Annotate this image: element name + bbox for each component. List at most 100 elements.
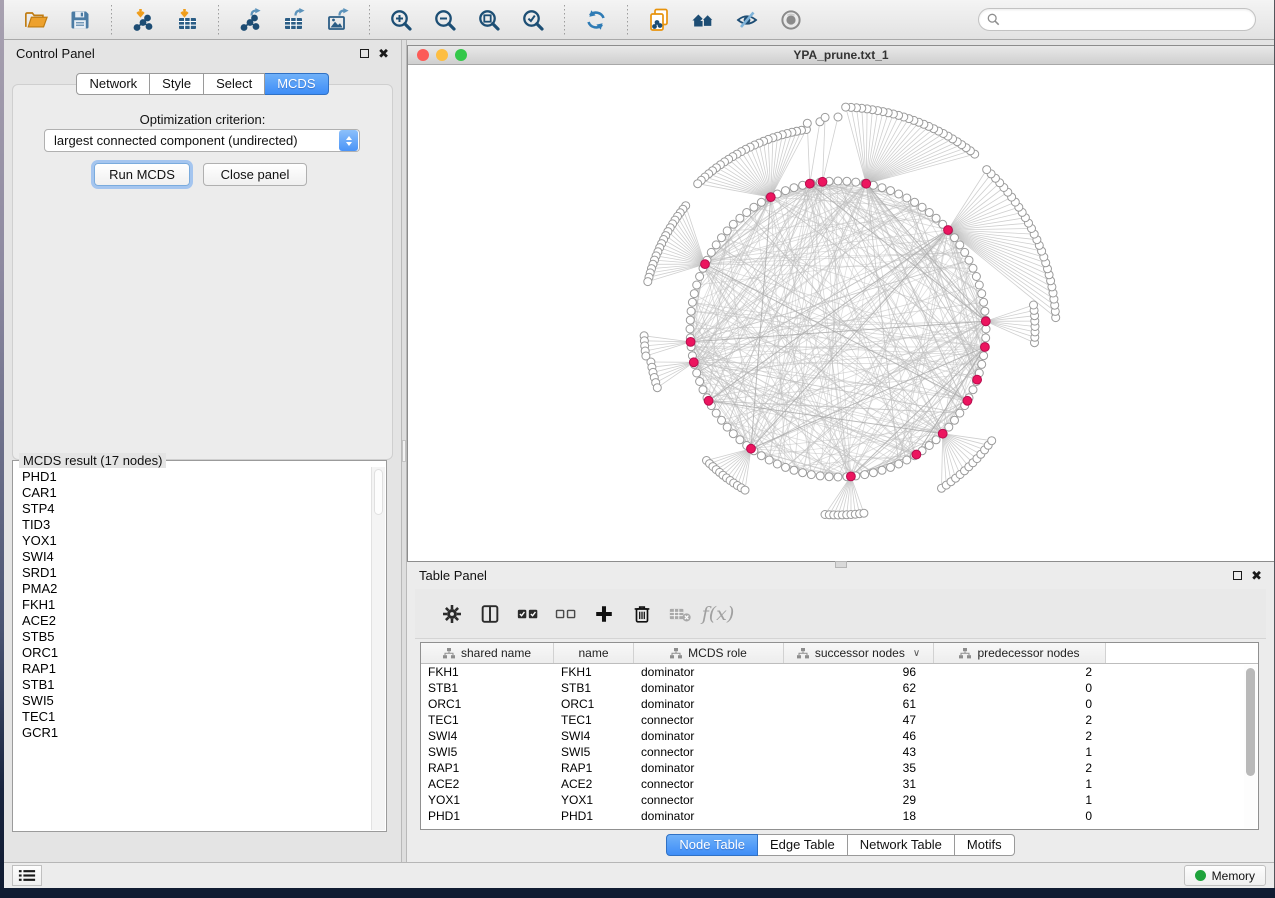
column-header-filler (1106, 643, 1258, 663)
mcds-result-item[interactable]: STP4 (22, 501, 370, 517)
deselect-all-rows-icon (555, 603, 577, 625)
tab-node-table[interactable]: Node Table (666, 834, 758, 856)
delete-column-button[interactable] (629, 601, 655, 627)
optimization-criterion-select[interactable]: largest connected component (undirected) (44, 129, 360, 152)
table-row[interactable]: STB1STB1dominator620 (421, 680, 1258, 696)
zoom-out-button[interactable] (428, 4, 462, 36)
refresh-button[interactable] (579, 4, 613, 36)
network-canvas[interactable] (408, 65, 1274, 561)
close-panel-icon[interactable]: ✖ (378, 49, 389, 58)
close-table-panel-icon[interactable]: ✖ (1251, 571, 1262, 580)
zoom-selected-button[interactable] (516, 4, 550, 36)
memory-button[interactable]: Memory (1184, 865, 1266, 886)
mcds-result-item[interactable]: PMA2 (22, 581, 370, 597)
close-panel-button[interactable]: Close panel (203, 163, 307, 186)
hierarchy-icon (959, 648, 971, 659)
import-network-button[interactable] (126, 4, 160, 36)
column-header-successor-nodes[interactable]: successor nodes∨ (784, 643, 934, 663)
hierarchy-icon (797, 648, 809, 659)
column-header-MCDS-role[interactable]: MCDS role (634, 643, 784, 663)
mcds-result-item[interactable]: PHD1 (22, 469, 370, 485)
mcds-result-item[interactable]: SWI5 (22, 693, 370, 709)
table-row[interactable]: ACE2ACE2connector311 (421, 776, 1258, 792)
mcds-list-scrollbar[interactable] (371, 467, 385, 830)
mcds-result-group: MCDS result (17 nodes) PHD1CAR1STP4TID3Y… (12, 460, 387, 832)
table-row[interactable]: SWI4SWI4dominator462 (421, 728, 1258, 744)
zoom-in-button[interactable] (384, 4, 418, 36)
tab-select[interactable]: Select (204, 73, 265, 95)
mcds-result-legend: MCDS result (17 nodes) (19, 453, 166, 468)
tab-mcds[interactable]: MCDS (265, 73, 328, 95)
table-scrollbar[interactable] (1244, 665, 1257, 828)
mcds-result-item[interactable]: SWI4 (22, 549, 370, 565)
network-from-selection-button[interactable] (642, 4, 676, 36)
hide-selected-button[interactable] (730, 4, 764, 36)
tab-network-table[interactable]: Network Table (848, 834, 955, 856)
column-label: name (578, 646, 608, 660)
table-row[interactable]: PHD1PHD1dominator180 (421, 808, 1258, 824)
network-window-titlebar[interactable]: YPA_prune.txt_1 (408, 46, 1274, 65)
export-network-button[interactable] (233, 4, 267, 36)
column-header-shared-name[interactable]: shared name (421, 643, 554, 663)
task-history-button[interactable] (12, 865, 42, 886)
tab-motifs[interactable]: Motifs (955, 834, 1015, 856)
cell-shared-name: STB1 (421, 680, 554, 696)
tab-edge-table[interactable]: Edge Table (758, 834, 848, 856)
splitter-handle-icon[interactable] (402, 440, 406, 462)
add-column-button[interactable] (591, 601, 617, 627)
function-builder-button: f(x) (705, 601, 731, 627)
show-all-icon (779, 8, 803, 32)
mcds-result-item[interactable]: TID3 (22, 517, 370, 533)
save-session-button[interactable] (63, 4, 97, 36)
export-table-button[interactable] (277, 4, 311, 36)
mcds-result-item[interactable]: GCR1 (22, 725, 370, 741)
control-panel-title: Control Panel (16, 46, 95, 61)
float-panel-icon[interactable] (360, 49, 369, 58)
mcds-result-item[interactable]: ACE2 (22, 613, 370, 629)
show-all-button[interactable] (774, 4, 808, 36)
column-header-name[interactable]: name (554, 643, 634, 663)
zoom-fit-button[interactable] (472, 4, 506, 36)
mcds-result-item[interactable]: RAP1 (22, 661, 370, 677)
mcds-result-item[interactable]: CAR1 (22, 485, 370, 501)
mcds-result-item[interactable]: FKH1 (22, 597, 370, 613)
mcds-result-item[interactable]: ORC1 (22, 645, 370, 661)
table-row[interactable]: RAP1RAP1dominator352 (421, 760, 1258, 776)
network-graph[interactable] (408, 65, 1274, 561)
table-row[interactable]: SWI5SWI5connector431 (421, 744, 1258, 760)
mcds-result-item[interactable]: TEC1 (22, 709, 370, 725)
refresh-icon (584, 8, 608, 32)
import-table-icon (175, 8, 199, 32)
add-column-icon (593, 603, 615, 625)
run-mcds-button[interactable]: Run MCDS (94, 163, 190, 186)
horizontal-splitter-handle[interactable] (835, 561, 847, 568)
network-window-title: YPA_prune.txt_1 (408, 48, 1274, 62)
delete-table-button (667, 601, 693, 627)
search-input[interactable] (1005, 10, 1247, 29)
toolbar-separator (564, 5, 565, 35)
mcds-result-item[interactable]: YOX1 (22, 533, 370, 549)
export-image-button[interactable] (321, 4, 355, 36)
tab-style[interactable]: Style (150, 73, 204, 95)
table-row[interactable]: FKH1FKH1dominator962 (421, 664, 1258, 680)
table-settings-button[interactable] (439, 601, 465, 627)
table-row[interactable]: TEC1TEC1connector472 (421, 712, 1258, 728)
cell-successor-nodes: 62 (784, 680, 934, 696)
open-session-button[interactable] (19, 4, 53, 36)
tab-network[interactable]: Network (76, 73, 150, 95)
first-neighbors-button[interactable] (686, 4, 720, 36)
deselect-all-rows-button[interactable] (553, 601, 579, 627)
mcds-result-item[interactable]: STB1 (22, 677, 370, 693)
import-table-button[interactable] (170, 4, 204, 36)
mcds-result-item[interactable]: SRD1 (22, 565, 370, 581)
float-table-panel-icon[interactable] (1233, 571, 1242, 580)
select-all-rows-button[interactable] (515, 601, 541, 627)
table-row[interactable]: ORC1ORC1dominator610 (421, 696, 1258, 712)
column-view-button[interactable] (477, 601, 503, 627)
zoom-selected-icon (521, 8, 545, 32)
cell-MCDS-role: connector (634, 744, 784, 760)
table-row[interactable]: YOX1YOX1connector291 (421, 792, 1258, 808)
column-header-predecessor-nodes[interactable]: predecessor nodes (934, 643, 1106, 663)
mcds-result-item[interactable]: STB5 (22, 629, 370, 645)
cell-successor-nodes: 47 (784, 712, 934, 728)
